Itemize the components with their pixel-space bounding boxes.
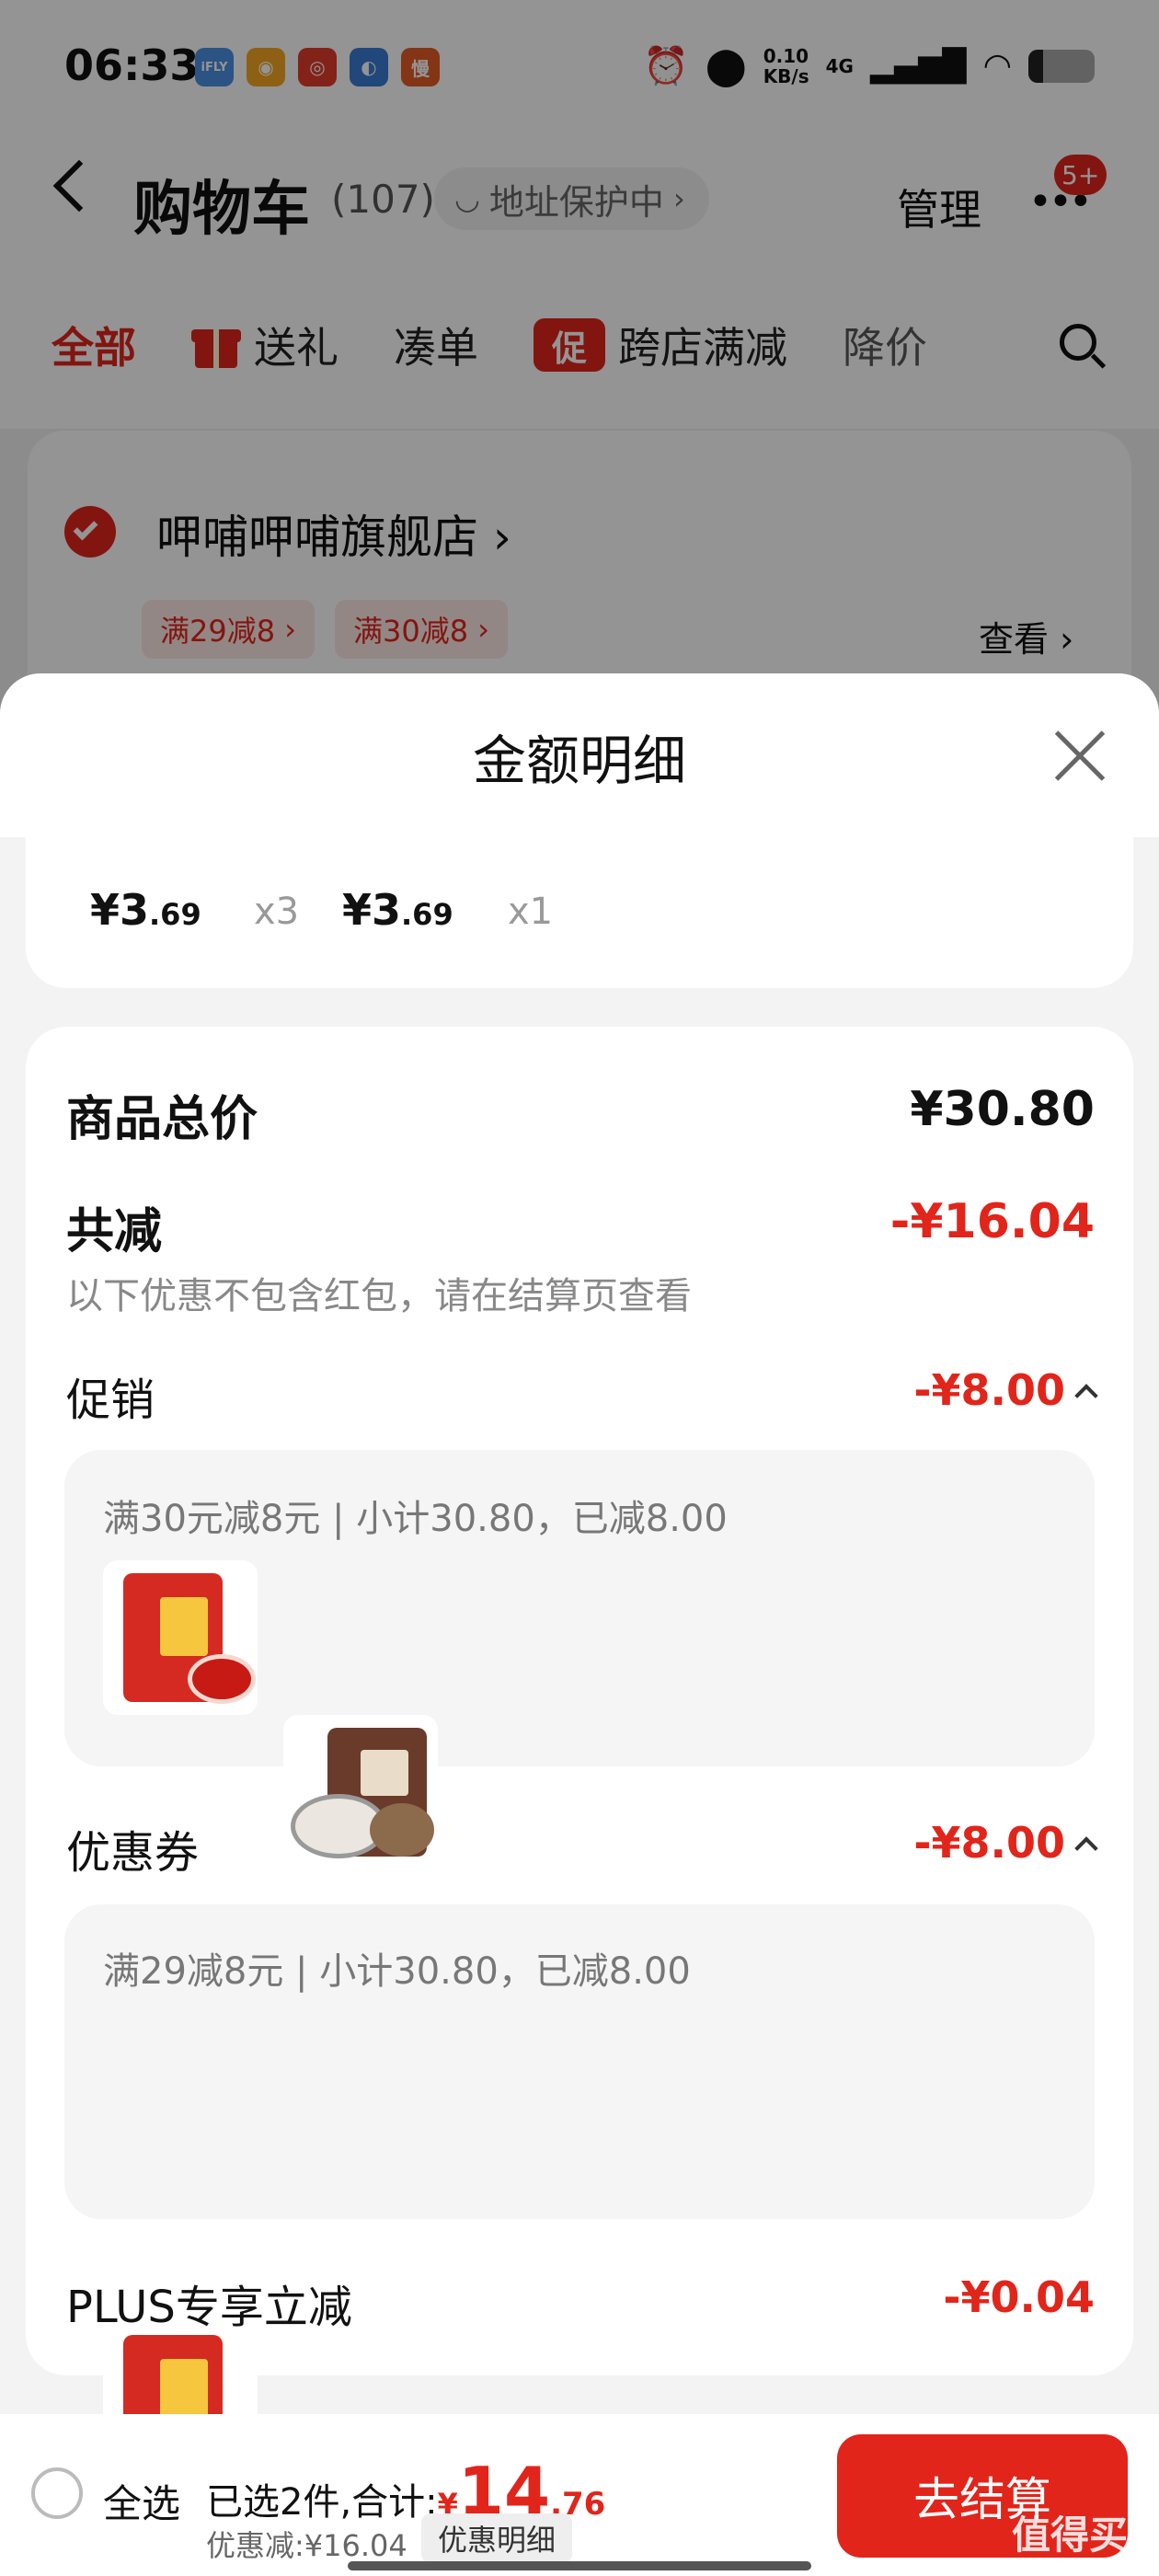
plus-value: -¥0.04 <box>943 2272 1095 2322</box>
coupon-value: -¥8.00 <box>913 1818 1065 1868</box>
item-price: ¥3.69 <box>90 885 201 935</box>
sheet-title: 金额明细 <box>472 730 686 792</box>
chevron-up-icon <box>1074 1384 1098 1408</box>
item-qty: x3 <box>254 891 300 933</box>
price-dec: .69 <box>149 897 201 932</box>
coupon-detail-text: 满29减8元 | 小计30.80，已减8.00 <box>103 1950 691 1993</box>
selected-label: 已选2件,合计: <box>206 2481 438 2524</box>
select-all-radio[interactable] <box>31 2467 83 2519</box>
promo-label: 促销 <box>66 1374 155 1426</box>
product-thumbnail[interactable] <box>103 1560 258 1715</box>
chevron-up-icon <box>1074 1836 1098 1860</box>
select-all-label[interactable]: 全选 <box>103 2473 180 2529</box>
reduce-note: 以下优惠不包含红包，请在结算页查看 <box>66 1275 692 1317</box>
watermark: 值得买 <box>1012 2513 1129 2558</box>
promo-detail-text: 满30元减8元 | 小计30.80，已减8.00 <box>103 1498 728 1540</box>
price-dec: .69 <box>401 897 453 932</box>
coupon-label: 优惠券 <box>66 1827 200 1879</box>
reduce-label: 共减 <box>66 1204 163 1259</box>
total-label: 商品总价 <box>66 1092 258 1147</box>
mushroom-pack-image <box>291 1728 434 1858</box>
product-thumbnail[interactable] <box>283 1715 438 1869</box>
home-indicator[interactable] <box>348 2561 811 2570</box>
coupon-toggle[interactable]: -¥8.00 <box>913 1818 1098 1868</box>
plus-label: PLUS专享立减 <box>66 2282 352 2333</box>
discount-detail-button[interactable]: 优惠明细 <box>421 2513 573 2563</box>
hotpot-red-pack-image <box>123 1573 256 1704</box>
promo-toggle[interactable]: -¥8.00 <box>913 1365 1098 1415</box>
item-price: ¥3.69 <box>342 885 453 935</box>
price-int: ¥3 <box>90 885 150 935</box>
price-int: ¥3 <box>342 885 402 935</box>
discount-text: 优惠减:¥16.04 <box>206 2528 407 2563</box>
total-value: ¥30.80 <box>910 1082 1095 1137</box>
reduce-value: -¥16.04 <box>889 1194 1095 1249</box>
close-icon[interactable] <box>1052 729 1107 784</box>
item-qty: x1 <box>508 891 554 933</box>
promo-value: -¥8.00 <box>913 1365 1065 1415</box>
